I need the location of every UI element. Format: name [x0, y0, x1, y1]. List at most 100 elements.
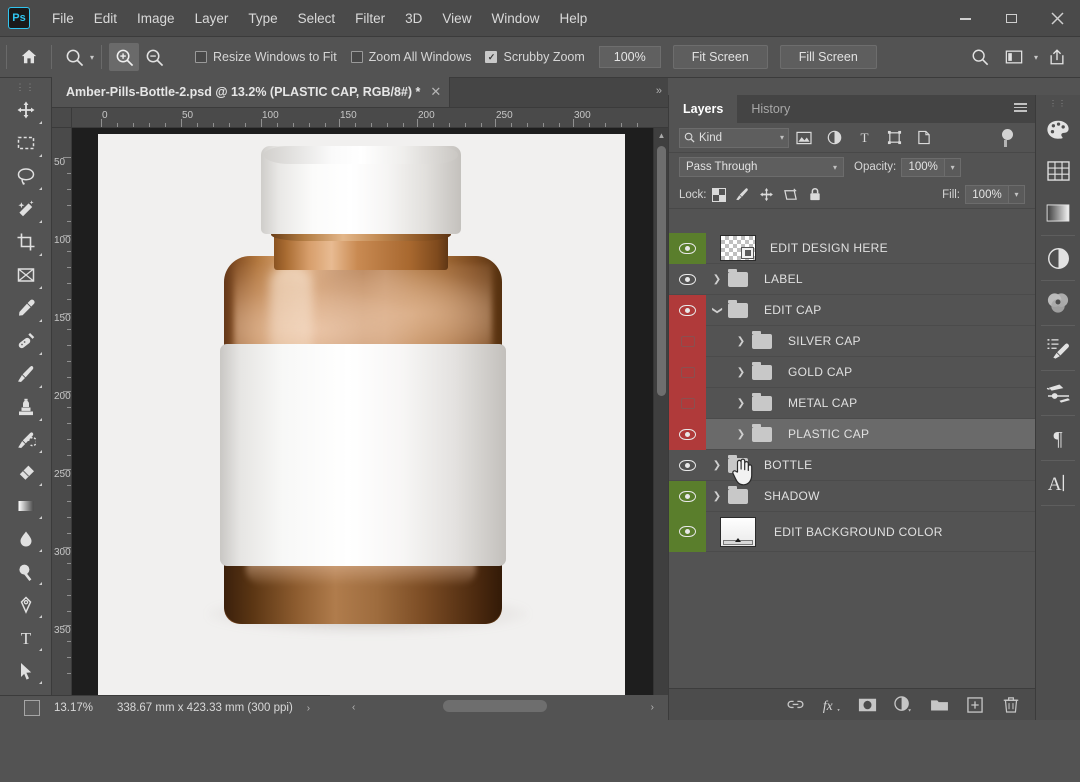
layer-row-gold-cap[interactable]: ❯ GOLD CAP	[669, 356, 1036, 388]
tool-preset-chevron-down-icon[interactable]: ▾	[90, 53, 94, 62]
path-selection-tool[interactable]	[7, 654, 45, 687]
expand-chevron-right-icon[interactable]: ❯	[730, 367, 752, 378]
adjustment-filter-icon[interactable]	[819, 126, 849, 150]
expand-chevron-right-icon[interactable]: ❯	[706, 460, 728, 471]
layer-styles-icon[interactable]: fx	[820, 694, 842, 716]
expand-chevron-right-icon[interactable]: ❯	[730, 336, 752, 347]
eyedropper-tool[interactable]	[7, 292, 45, 325]
filter-toggle[interactable]	[998, 128, 1013, 147]
close-icon[interactable]: ✕	[430, 84, 441, 100]
menu-type[interactable]: Type	[238, 7, 287, 30]
crop-tool[interactable]	[7, 226, 45, 259]
close-button[interactable]	[1034, 0, 1080, 37]
maximize-button[interactable]	[988, 0, 1034, 37]
zoom-all-windows-checkbox[interactable]: Zoom All Windows	[350, 50, 471, 64]
delete-layer-icon[interactable]	[1000, 694, 1022, 716]
layer-visibility-toggle[interactable]	[669, 480, 706, 512]
lock-all-icon[interactable]	[803, 184, 827, 206]
rail-grip[interactable]: ⋮⋮	[1048, 99, 1068, 108]
resize-windows-to-fit-checkbox[interactable]: Resize Windows to Fit	[195, 50, 337, 64]
layer-name[interactable]: PLASTIC CAP	[788, 427, 869, 441]
status-expand-chevron-icon[interactable]: ›	[307, 703, 310, 714]
layer-name[interactable]: SHADOW	[764, 489, 820, 503]
layer-visibility-toggle[interactable]	[669, 264, 706, 295]
layer-name[interactable]: BOTTLE	[764, 458, 812, 472]
search-icon[interactable]	[965, 43, 995, 71]
brush-settings-panel-icon[interactable]	[1037, 372, 1079, 414]
menu-filter[interactable]: Filter	[345, 7, 395, 30]
layer-visibility-toggle[interactable]	[669, 450, 706, 481]
eraser-tool[interactable]	[7, 456, 45, 489]
opacity-value-field[interactable]: 100%	[901, 157, 946, 177]
layer-row-shadow[interactable]: ❯ SHADOW	[669, 480, 1036, 512]
menu-help[interactable]: Help	[549, 7, 597, 30]
fill-value-field[interactable]: 100%	[965, 185, 1009, 204]
frame-tool[interactable]	[7, 259, 45, 292]
layer-row-edit-design-here[interactable]: EDIT DESIGN HERE	[669, 233, 1036, 264]
menu-3d[interactable]: 3D	[395, 7, 432, 30]
canvas-vertical-scrollbar[interactable]: ▲	[653, 128, 668, 695]
canvas-area[interactable]	[72, 128, 668, 695]
toolbar-grip[interactable]: ⋮⋮	[15, 82, 37, 92]
magic-wand-tool[interactable]	[7, 193, 45, 226]
document-tab[interactable]: Amber-Pills-Bottle-2.psd @ 13.2% (PLASTI…	[52, 77, 451, 107]
paragraph-panel-icon[interactable]: ¶	[1037, 417, 1079, 459]
expand-chevron-right-icon[interactable]: ❯	[730, 429, 752, 440]
new-layer-icon[interactable]	[964, 694, 986, 716]
menu-edit[interactable]: Edit	[84, 7, 127, 30]
gradients-panel-icon[interactable]	[1037, 192, 1079, 234]
layer-visibility-toggle[interactable]	[669, 511, 706, 552]
layer-mask-icon[interactable]	[856, 694, 878, 716]
adjustment-layer-icon[interactable]	[892, 694, 914, 716]
layer-row-label[interactable]: ❯ LABEL	[669, 264, 1036, 295]
type-filter-icon[interactable]: T	[849, 126, 879, 150]
chevron-down-icon[interactable]: ▾	[780, 133, 784, 142]
layer-name[interactable]: GOLD CAP	[788, 365, 852, 379]
minimize-button[interactable]	[942, 0, 988, 37]
horizontal-ruler[interactable]: 0 50 100 150 200 250 300	[72, 108, 668, 128]
workspace-chevron-down-icon[interactable]: ▾	[1034, 53, 1038, 62]
layer-row-metal-cap[interactable]: ❯ METAL CAP	[669, 387, 1036, 419]
home-icon[interactable]	[14, 43, 44, 71]
layer-name[interactable]: METAL CAP	[788, 396, 857, 410]
chevron-down-icon[interactable]: ▾	[833, 163, 837, 172]
layer-row-edit-cap[interactable]: ❯ EDIT CAP	[669, 294, 1036, 326]
layer-visibility-toggle[interactable]	[669, 387, 706, 419]
fill-screen-button[interactable]: Fill Screen	[779, 45, 877, 69]
tab-history[interactable]: History	[737, 95, 804, 123]
character-panel-icon[interactable]: A	[1037, 462, 1079, 504]
rectangular-marquee-tool[interactable]	[7, 127, 45, 160]
pixel-filter-icon[interactable]	[789, 126, 819, 150]
share-icon[interactable]	[1042, 43, 1072, 71]
layer-name[interactable]: EDIT BACKGROUND COLOR	[774, 525, 943, 539]
layer-name[interactable]: SILVER CAP	[788, 334, 861, 348]
layer-filter-kind-select[interactable]: Kind ▾	[679, 127, 789, 148]
brush-presets-panel-icon[interactable]	[1037, 327, 1079, 369]
clone-stamp-tool[interactable]	[7, 391, 45, 424]
layer-thumbnail-smart-object[interactable]	[720, 235, 756, 261]
scrubby-zoom-checkbox[interactable]: ✓ Scrubby Zoom	[485, 50, 585, 64]
menu-select[interactable]: Select	[288, 7, 346, 30]
collapse-chevron-icon[interactable]: »	[656, 85, 662, 97]
layer-row-plastic-cap[interactable]: ❯ PLASTIC CAP	[669, 418, 1036, 450]
dodge-tool[interactable]	[7, 555, 45, 588]
new-group-icon[interactable]	[928, 694, 950, 716]
lock-image-pixels-icon[interactable]	[731, 184, 755, 206]
menu-window[interactable]: Window	[481, 7, 549, 30]
lasso-tool[interactable]	[7, 160, 45, 193]
vertical-scrollbar-thumb[interactable]	[657, 146, 666, 396]
layer-row-edit-background-color[interactable]: EDIT BACKGROUND COLOR	[669, 511, 1036, 552]
color-panel-icon[interactable]	[1037, 108, 1079, 150]
layer-visibility-toggle[interactable]	[669, 233, 706, 264]
vertical-ruler[interactable]: 50 100 150 200 250 300 350	[52, 128, 72, 695]
zoom-percent-field[interactable]: 100%	[598, 46, 661, 68]
layer-thumbnail-solid-fill[interactable]	[720, 516, 756, 547]
menu-layer[interactable]: Layer	[185, 7, 239, 30]
link-layers-icon[interactable]	[784, 694, 806, 716]
layer-row-silver-cap[interactable]: ❯ SILVER CAP	[669, 325, 1036, 357]
layer-visibility-toggle[interactable]	[669, 294, 706, 326]
type-tool[interactable]: T	[7, 621, 45, 654]
panel-menu-icon[interactable]	[1014, 103, 1027, 112]
lock-transparent-pixels-icon[interactable]	[707, 184, 731, 206]
fit-screen-button[interactable]: Fit Screen	[672, 45, 768, 69]
